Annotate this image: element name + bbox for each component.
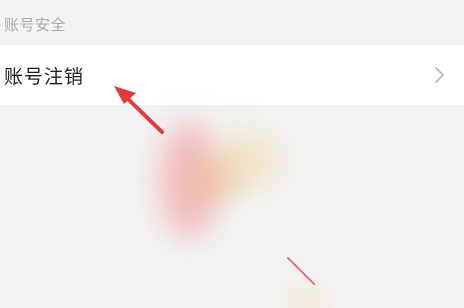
section-title: 账号安全: [4, 16, 67, 34]
blurred-overlay: [212, 130, 282, 190]
blurred-overlay: [190, 160, 240, 200]
settings-page: 账号安全 账号注销: [0, 0, 464, 308]
section-header: 账号安全: [0, 0, 464, 45]
row-label: 账号注销: [4, 65, 85, 88]
blurred-overlay: [158, 120, 220, 240]
account-cancellation-row[interactable]: 账号注销: [0, 45, 464, 105]
chevron-right-icon: [435, 67, 444, 83]
blurred-overlay: [292, 292, 320, 308]
